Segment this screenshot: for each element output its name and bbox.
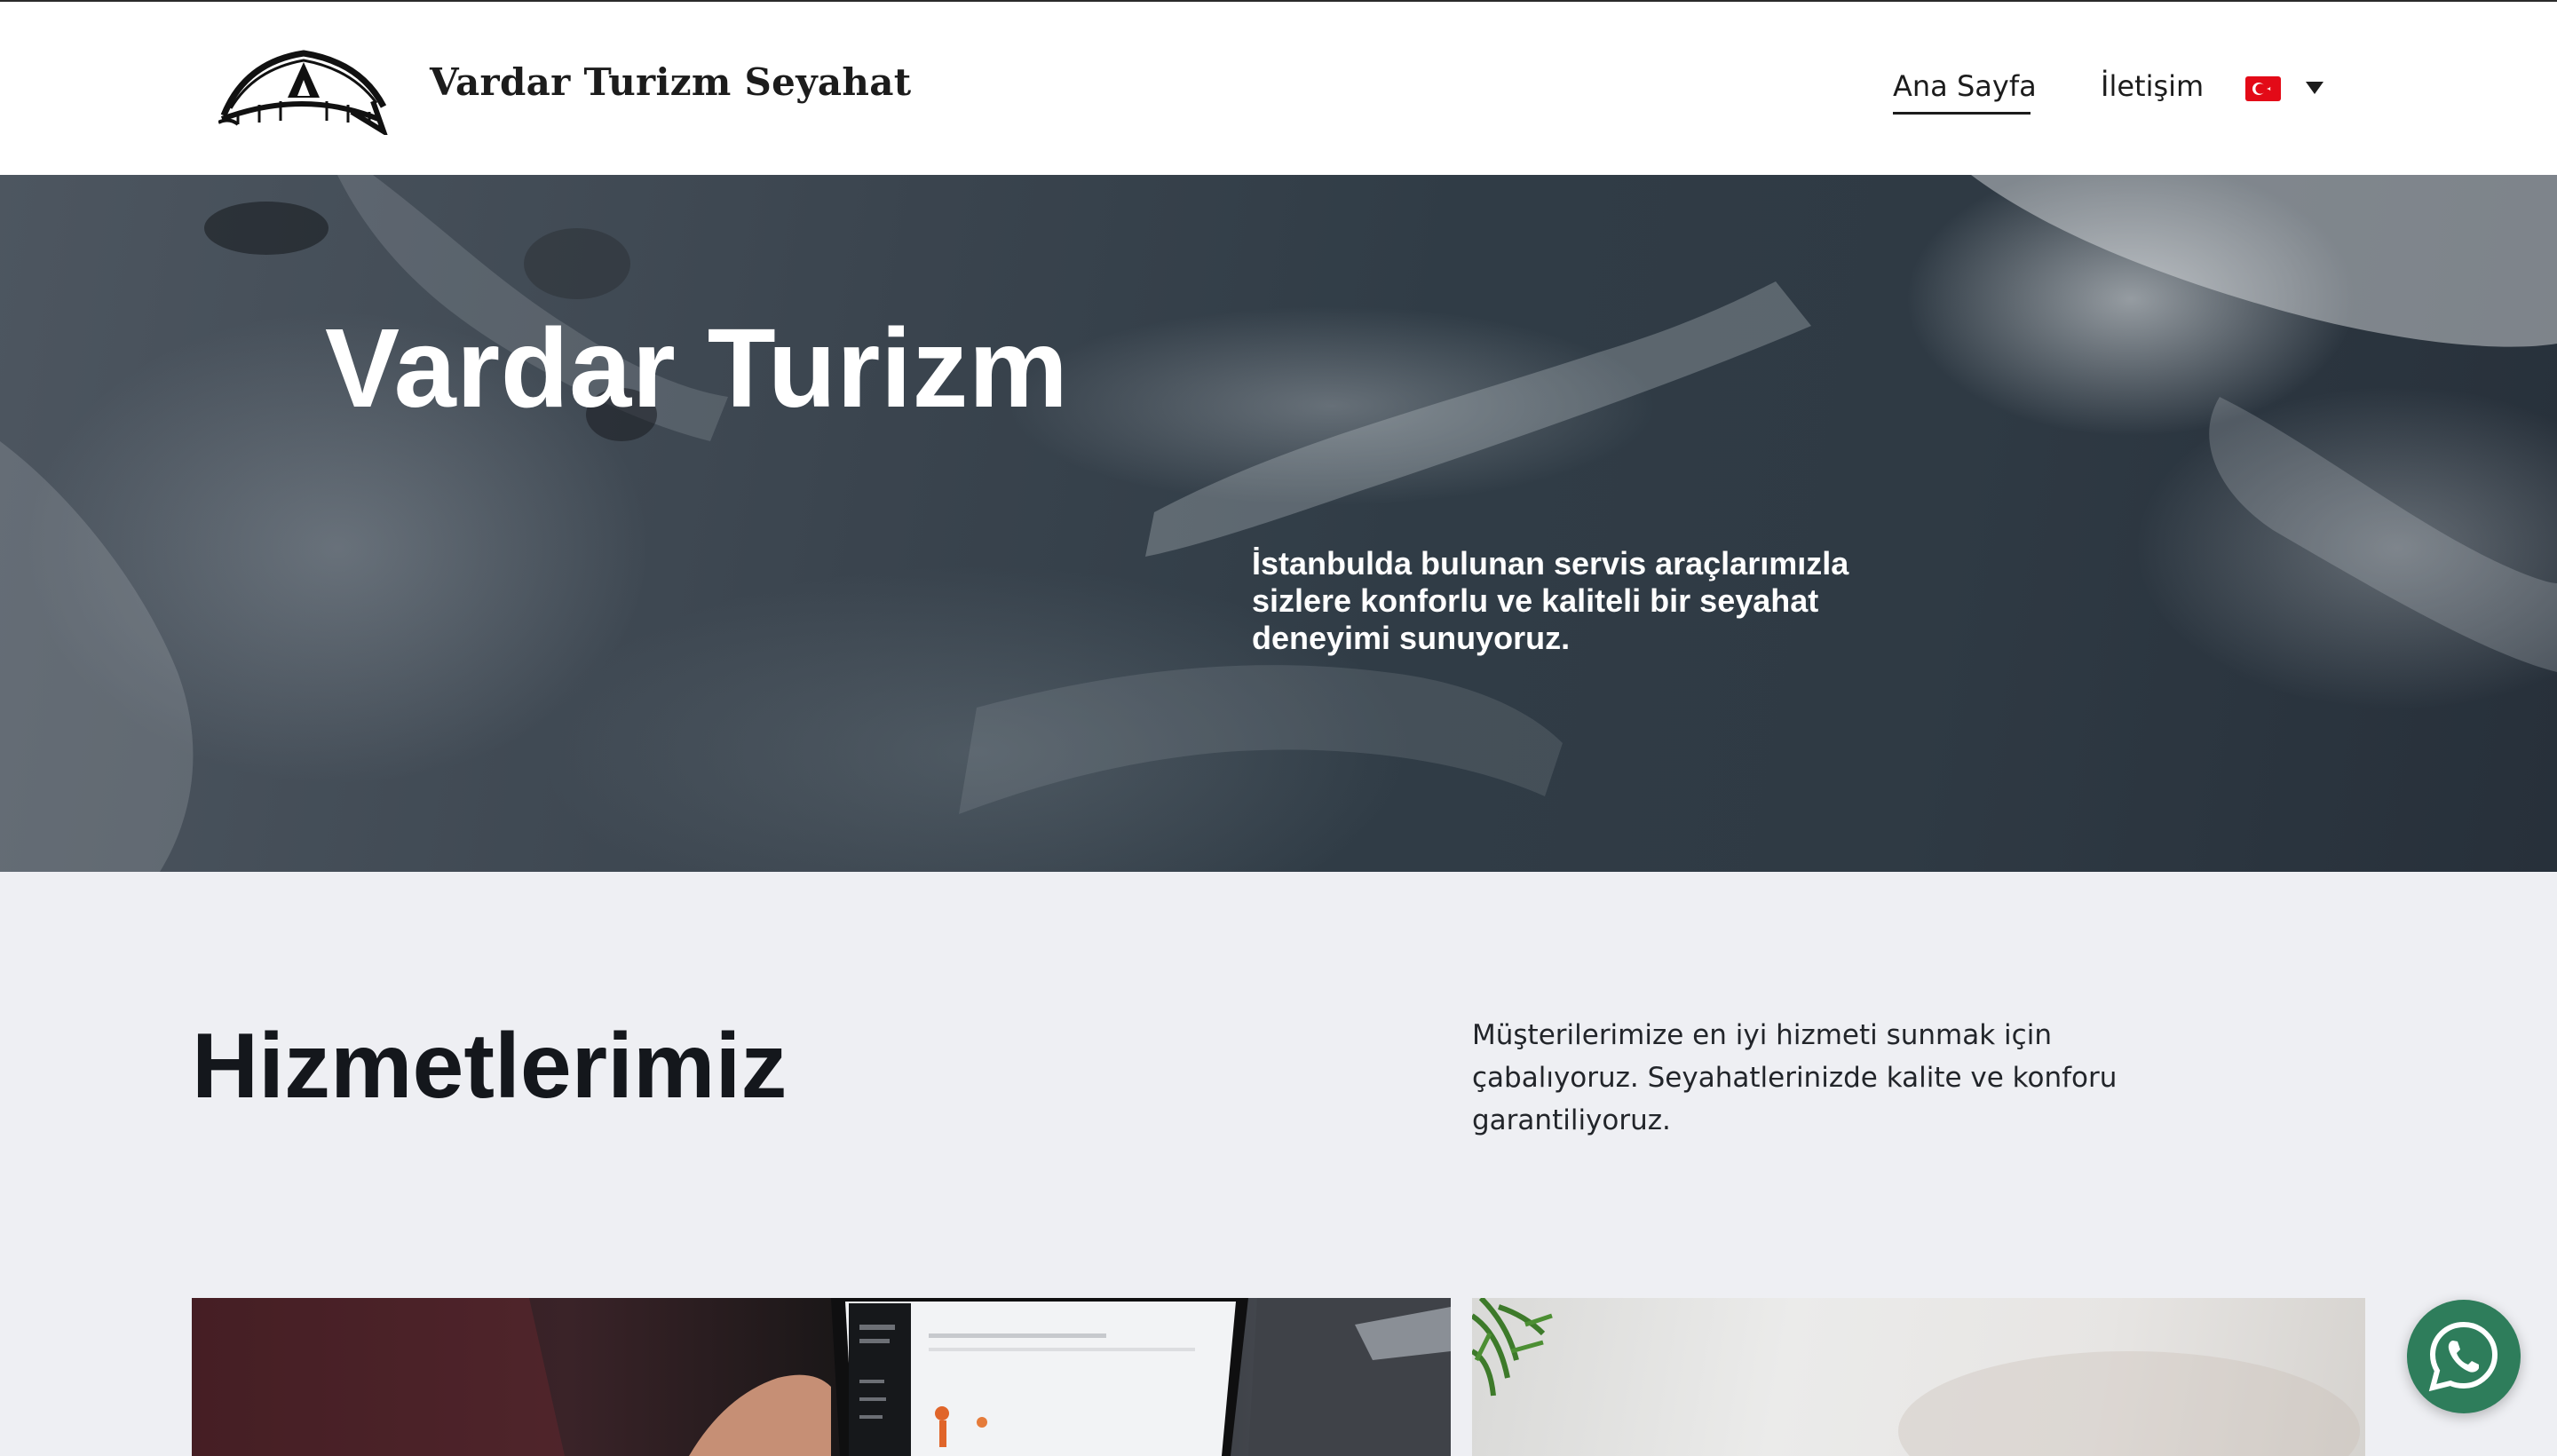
hero-description: İstanbulda bulunan servis araçlarımızla … — [1252, 545, 1849, 656]
hero-title: Vardar Turizm — [325, 305, 1069, 431]
service-card-image-laptop[interactable] — [192, 1298, 1451, 1456]
service-card-image-plant[interactable] — [1472, 1298, 2365, 1456]
whatsapp-button[interactable] — [2407, 1300, 2521, 1413]
ocean-background-image — [0, 175, 2557, 872]
caret-down-icon[interactable] — [2306, 82, 2323, 94]
plant-image — [1472, 1298, 2360, 1456]
tent-logo-icon[interactable] — [218, 43, 389, 135]
laptop-meeting-image — [192, 1298, 1451, 1456]
active-nav-underline — [1893, 112, 2031, 115]
nav-contact-link[interactable]: İletişim — [2101, 69, 2204, 103]
hero-banner: Vardar Turizm İstanbulda bulunan servis … — [0, 175, 2557, 872]
nav-home-link[interactable]: Ana Sayfa — [1893, 69, 2037, 103]
brand-name[interactable]: Vardar Turizm Seyahat — [430, 60, 911, 104]
site-header: Vardar Turizm Seyahat Ana Sayfa İletişim — [0, 0, 2557, 175]
services-description: Müşterilerimize en iyi hizmeti sunmak iç… — [1472, 1019, 2118, 1136]
services-title: Hizmetlerimiz — [192, 1015, 788, 1118]
turkey-flag-icon[interactable] — [2245, 76, 2281, 101]
whatsapp-icon — [2428, 1321, 2498, 1392]
